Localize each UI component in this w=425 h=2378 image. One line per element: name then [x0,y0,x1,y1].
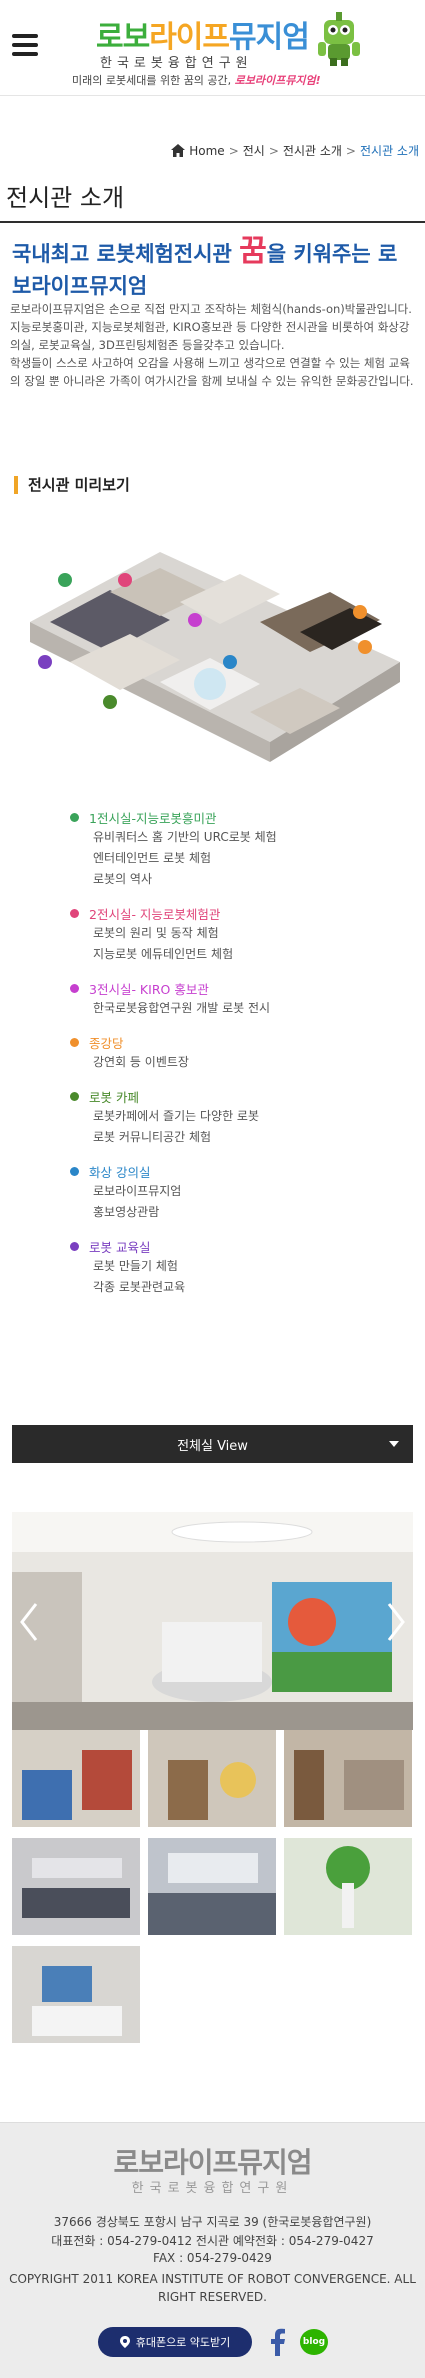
room-title: 1전시실-지능로봇흥미관 [70,808,410,827]
gallery-thumbnail[interactable] [12,1946,140,2043]
room-title-label: 종강당 [89,1036,124,1051]
room-description: 홍보영상관람 [93,1205,160,1219]
room-description: 유비쿼터스 홈 기반의 URC로봇 체험 [93,830,277,844]
room-description: 강연회 등 이벤트장 [93,1055,189,1069]
footer-phone: 대표전화 : 054-279-0412 전시관 예약전화 : 054-279-0… [51,2234,374,2248]
logo-part-2: 라이프 [149,20,230,55]
logo-subtitle: 한국로봇융합연구원 [100,56,253,71]
breadcrumb-separator: > [268,143,279,158]
intro-paragraph: 학생들이 스스로 사고하여 오감을 사용해 느끼고 생각으로 연결할 수 있는 … [10,356,414,388]
gallery-slider [12,1512,413,1730]
room-list: 1전시실-지능로봇흥미관유비쿼터스 홈 기반의 URC로봇 체험엔터테인먼트 로… [70,808,410,1312]
logo-tagline: 미래의 로봇세대를 위한 꿈의 공간, 로보라이프뮤지엄! [72,72,321,88]
room-color-dot-icon [70,1092,79,1101]
gallery-thumbnail[interactable] [148,1730,276,1827]
logo-part-1: 로보 [96,20,150,55]
room-description: 각종 로봇관련교육 [93,1280,186,1294]
room-item: 화상 강의실로보라이프뮤지엄홍보영상관람 [70,1162,410,1223]
facebook-icon[interactable] [268,2328,288,2356]
title-divider [0,221,425,223]
room-title: 화상 강의실 [70,1162,410,1181]
gallery-thumbnail[interactable] [12,1838,140,1935]
room-description: 로봇의 역사 [93,872,153,886]
room-title: 3전시실- KIRO 홍보관 [70,979,410,998]
room-title-label: 2전시실- 지능로봇체험관 [89,907,221,922]
room-title-label: 로봇 카페 [89,1090,139,1105]
gallery-thumbnail[interactable] [284,1730,412,1827]
room-item: 3전시실- KIRO 홍보관한국로봇융합연구원 개발 로봇 전시 [70,979,410,1019]
headline-part-1: 국내최고 로봇체험전시관 [12,242,232,266]
tagline-prefix: 미래의 로봇세대를 위한 꿈의 공간, [72,74,232,87]
room-title-label: 화상 강의실 [89,1165,151,1180]
map-pin-icon [119,2336,130,2348]
breadcrumb-item[interactable]: 전시 [243,142,265,159]
intro-text: 로보라이프뮤지엄은 손으로 직접 만지고 조작하는 체험식(hands-on)박… [10,300,415,390]
site-logo[interactable]: 로보라이프뮤지엄 한국로봇융합연구원 미래의 로봇세대를 위한 꿈의 공간, 로… [72,6,362,90]
room-title-label: 3전시실- KIRO 홍보관 [89,982,209,997]
blog-icon[interactable]: blog [300,2329,328,2355]
room-title: 로봇 교육실 [70,1237,410,1256]
directions-button[interactable]: 휴대폰으로 약도받기 [98,2327,252,2357]
room-description: 한국로봇융합연구원 개발 로봇 전시 [93,1001,271,1015]
footer-copyright: COPYRIGHT 2011 KOREA INSTITUTE OF ROBOT … [9,2272,416,2304]
breadcrumb-separator: > [228,143,239,158]
room-color-dot-icon [70,1038,79,1047]
room-title: 종강당 [70,1033,410,1052]
gallery-thumbnail[interactable] [12,1730,140,1827]
page-title: 전시관 소개 [6,184,125,212]
logo-part-3: 뮤지엄 [229,20,310,55]
room-description: 엔터테인먼트 로봇 체험 [93,851,212,865]
room-description: 로봇의 원리 및 동작 체험 [93,926,219,940]
dropdown-label: 전체실 View [177,1438,248,1454]
hamburger-menu-icon[interactable] [12,34,38,56]
tagline-highlight: 로보라이프뮤지엄! [234,74,321,87]
slider-next-arrow-icon[interactable] [383,1602,407,1642]
room-color-dot-icon [70,1167,79,1176]
home-icon[interactable] [171,144,186,157]
site-footer: 로보라이프뮤지엄 한국로봇융합연구원 37666 경상북도 포항시 남구 지곡로… [0,2122,425,2378]
gallery-thumbnail[interactable] [284,1838,412,1935]
caret-down-icon [389,1441,399,1447]
room-description: 로봇 만들기 체험 [93,1259,178,1273]
footer-fax: FAX : 054-279-0429 [153,2251,272,2265]
headline: 국내최고 로봇체험전시관 꿈을 키워주는 로보라이프뮤지엄 [12,236,414,302]
gallery-main-image [12,1512,413,1730]
room-title: 2전시실- 지능로봇체험관 [70,904,410,923]
room-item: 1전시실-지능로봇흥미관유비쿼터스 홈 기반의 URC로봇 체험엔터테인먼트 로… [70,808,410,890]
preview-section-label: 전시관 미리보기 [14,476,130,494]
room-title-label: 로봇 교육실 [89,1240,151,1255]
room-description: 로봇카페에서 즐기는 다양한 로봇 [93,1109,260,1123]
footer-address: 37666 경상북도 포항시 남구 지곡로 39 (한국로봇융합연구원) [53,2215,372,2229]
breadcrumb-item[interactable]: 전시관 소개 [283,142,342,159]
footer-logo: 로보라이프뮤지엄 [113,2146,312,2179]
room-color-dot-icon [70,984,79,993]
breadcrumb: Home > 전시 > 전시관 소개 > 전시관 소개 [171,142,419,159]
room-description: 지능로봇 에듀테인먼트 체험 [93,947,234,961]
slider-prev-arrow-icon[interactable] [18,1602,42,1642]
room-color-dot-icon [70,909,79,918]
breadcrumb-separator: > [345,143,356,158]
room-color-dot-icon [70,1242,79,1251]
room-description: 로봇 커뮤니티공간 체험 [93,1130,212,1144]
intro-paragraph: 로보라이프뮤지엄은 손으로 직접 만지고 조작하는 체험식(hands-on)박… [10,302,412,352]
room-title: 로봇 카페 [70,1087,410,1106]
room-color-dot-icon [70,813,79,822]
footer-logo-sub: 한국로봇융합연구원 [131,2181,294,2196]
room-item: 로봇 카페로봇카페에서 즐기는 다양한 로봇로봇 커뮤니티공간 체험 [70,1087,410,1148]
breadcrumb-current: 전시관 소개 [359,144,419,158]
view-all-rooms-dropdown[interactable]: 전체실 View [12,1425,413,1463]
room-title-label: 1전시실-지능로봇흥미관 [89,811,217,826]
floor-plan-image [30,552,400,762]
directions-button-label: 휴대폰으로 약도받기 [135,2336,231,2349]
robot-mascot-icon [318,12,360,66]
room-item: 로봇 교육실로봇 만들기 체험각종 로봇관련교육 [70,1237,410,1298]
room-item: 종강당강연회 등 이벤트장 [70,1033,410,1073]
headline-dream: 꿈 [239,234,267,269]
room-item: 2전시실- 지능로봇체험관로봇의 원리 및 동작 체험지능로봇 에듀테인먼트 체… [70,904,410,965]
room-description: 로보라이프뮤지엄 [93,1184,182,1198]
site-header: 로보라이프뮤지엄 한국로봇융합연구원 미래의 로봇세대를 위한 꿈의 공간, 로… [0,0,425,96]
gallery-thumbnail[interactable] [148,1838,276,1935]
logo-title: 로보라이프뮤지엄 [96,12,310,56]
breadcrumb-home[interactable]: Home [189,144,224,158]
